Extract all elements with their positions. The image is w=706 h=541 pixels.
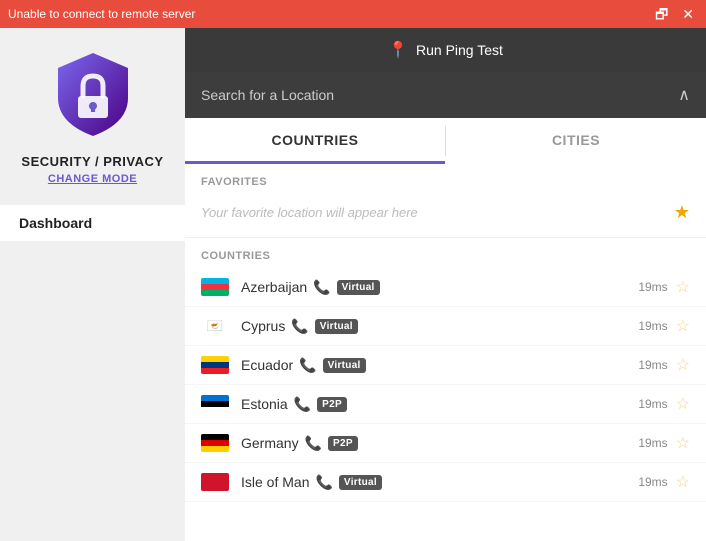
country-item-ecuador[interactable]: Ecuador 📞 Virtual 19ms ☆ [185,346,706,385]
favorites-empty-text: Your favorite location will appear here [201,205,418,220]
security-label: SECURITY / PRIVACY [21,154,163,169]
ping-cy: 19ms [638,319,668,333]
star-ec[interactable]: ☆ [676,355,690,375]
star-az[interactable]: ☆ [676,277,690,297]
title-bar: Unable to connect to remote server 🗗 ✕ [0,0,706,28]
restore-button[interactable]: 🗗 [651,5,672,23]
phone-icon-de: 📞 [305,435,322,452]
tabs: COUNTRIES CITIES [185,118,706,164]
badge-virtual-cy: Virtual [315,319,358,334]
star-cy[interactable]: ☆ [676,316,690,336]
badge-p2p-ee: P2P [317,397,347,412]
ping-ee: 19ms [638,397,668,411]
phone-icon-cy: 📞 [291,318,308,335]
country-item-germany[interactable]: Germany 📞 P2P 19ms ☆ [185,424,706,463]
phone-icon-ee: 📞 [294,396,311,413]
flag-isle-of-man [201,473,229,491]
sidebar-item-dashboard[interactable]: Dashboard [0,205,185,241]
badge-virtual-az: Virtual [337,280,380,295]
country-item-isle-of-man[interactable]: Isle of Man 📞 Virtual 19ms ☆ [185,463,706,502]
tab-countries[interactable]: COUNTRIES [185,118,445,164]
country-item-azerbaijan[interactable]: Azerbaijan 📞 Virtual 19ms ☆ [185,268,706,307]
title-bar-buttons: 🗗 ✕ [651,5,698,23]
ping-iom: 19ms [638,475,668,489]
tab-cities[interactable]: CITIES [446,118,706,164]
ping-location-icon: 📍 [388,40,408,60]
main-panel: 📍 Run Ping Test Search for a Location ∧ … [185,28,706,541]
country-item-cyprus[interactable]: 🇨🇾 Cyprus 📞 Virtual 19ms ☆ [185,307,706,346]
star-ee[interactable]: ☆ [676,394,690,414]
shield-icon [48,48,138,138]
favorites-placeholder: Your favorite location will appear here … [185,194,706,237]
country-item-estonia[interactable]: Estonia 📞 P2P 19ms ☆ [185,385,706,424]
close-button[interactable]: ✕ [678,5,698,23]
star-de[interactable]: ☆ [676,433,690,453]
content-area[interactable]: FAVORITES Your favorite location will ap… [185,164,706,541]
badge-p2p-de: P2P [328,436,358,451]
chevron-up-icon: ∧ [678,85,690,105]
search-label: Search for a Location [201,87,334,103]
flag-azerbaijan [201,278,229,296]
badge-virtual-iom: Virtual [339,475,382,490]
country-name-estonia: Estonia 📞 P2P [241,396,638,413]
country-name-azerbaijan: Azerbaijan 📞 Virtual [241,279,638,296]
ping-ec: 19ms [638,358,668,372]
phone-icon-iom: 📞 [315,474,332,491]
ping-bar-label: Run Ping Test [416,42,503,58]
flag-estonia [201,395,229,413]
country-name-isle-of-man: Isle of Man 📞 Virtual [241,474,638,491]
favorites-star-icon: ★ [674,202,690,223]
title-bar-text: Unable to connect to remote server [8,7,195,21]
badge-virtual-ec: Virtual [323,358,366,373]
countries-section-header: COUNTRIES [185,238,706,268]
search-bar[interactable]: Search for a Location ∧ [185,72,706,118]
flag-germany [201,434,229,452]
favorites-header: FAVORITES [185,164,706,194]
country-name-ecuador: Ecuador 📞 Virtual [241,357,638,374]
phone-icon-ec: 📞 [299,357,316,374]
sidebar: SECURITY / PRIVACY CHANGE MODE Dashboard [0,28,185,541]
flag-ecuador [201,356,229,374]
phone-icon: 📞 [313,279,330,296]
change-mode-link[interactable]: CHANGE MODE [48,173,137,185]
ping-bar[interactable]: 📍 Run Ping Test [185,28,706,72]
country-name-cyprus: Cyprus 📞 Virtual [241,318,638,335]
ping-de: 19ms [638,436,668,450]
ping-az: 19ms [638,280,668,294]
star-iom[interactable]: ☆ [676,472,690,492]
country-name-germany: Germany 📞 P2P [241,435,638,452]
flag-cyprus: 🇨🇾 [201,317,229,335]
